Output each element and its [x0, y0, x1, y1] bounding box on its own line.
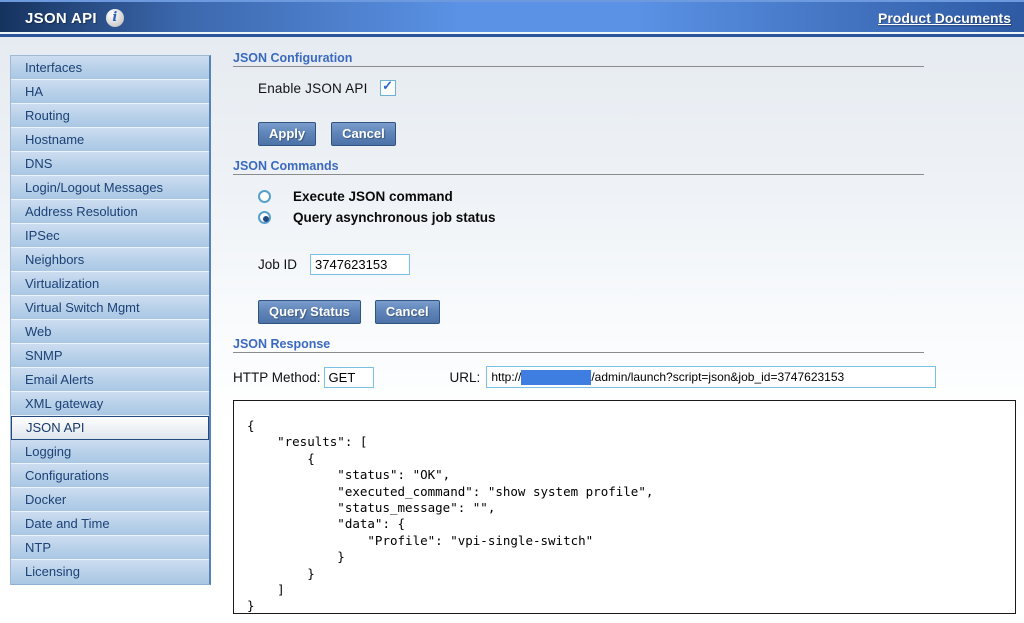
section-divider — [233, 66, 924, 67]
json-response-text: { "results": [ { "status": "OK", "execut… — [247, 418, 1015, 615]
sidebar-item-label: Interfaces — [25, 60, 82, 75]
query-status-button[interactable]: Query Status — [258, 300, 361, 324]
page: JSON API i Product Documents Interfaces … — [0, 0, 1024, 623]
sidebar-item-snmp[interactable]: SNMP — [11, 344, 209, 368]
json-response-heading: JSON Response — [233, 337, 330, 351]
sidebar-item-label: Licensing — [25, 564, 80, 579]
product-documents-link[interactable]: Product Documents — [878, 10, 1011, 26]
sidebar-item-address-resolution[interactable]: Address Resolution — [11, 200, 209, 224]
sidebar-item-login-logout-messages[interactable]: Login/Logout Messages — [11, 176, 209, 200]
sidebar-item-label: Email Alerts — [25, 372, 94, 387]
query-async-job-status-option: Query asynchronous job status — [258, 210, 496, 225]
section-divider — [233, 352, 924, 353]
json-commands-heading: JSON Commands — [233, 159, 339, 173]
sidebar-item-label: Logging — [25, 444, 71, 459]
url-prefix-text: http:// — [491, 370, 521, 384]
job-id-input[interactable] — [310, 254, 410, 275]
radio-dot — [263, 216, 269, 222]
radio-selected-icon[interactable] — [258, 211, 271, 224]
cancel-button[interactable]: Cancel — [331, 122, 396, 146]
sidebar-item-ntp[interactable]: NTP — [11, 536, 209, 560]
job-id-label: Job ID — [258, 257, 310, 272]
sidebar-item-virtualization[interactable]: Virtualization — [11, 272, 209, 296]
enable-json-api-label: Enable JSON API — [258, 81, 368, 96]
cancel-query-button[interactable]: Cancel — [375, 300, 440, 324]
execute-json-command-option: Execute JSON command — [258, 189, 453, 204]
sidebar-item-interfaces[interactable]: Interfaces — [11, 56, 209, 80]
sidebar-item-label: Address Resolution — [25, 204, 138, 219]
sidebar-item-label: SNMP — [25, 348, 63, 363]
sidebar-item-hostname[interactable]: Hostname — [11, 128, 209, 152]
sidebar-item-label: Virtualization — [25, 276, 99, 291]
sidebar-item-date-and-time[interactable]: Date and Time — [11, 512, 209, 536]
sidebar-item-dns[interactable]: DNS — [11, 152, 209, 176]
sidebar-item-label: Date and Time — [25, 516, 110, 531]
query-async-job-status-label: Query asynchronous job status — [293, 210, 496, 225]
apply-button[interactable]: Apply — [258, 122, 316, 146]
configuration-buttons: Apply Cancel — [258, 122, 411, 146]
sidebar-item-docker[interactable]: Docker — [11, 488, 209, 512]
json-response-output[interactable]: { "results": [ { "status": "OK", "execut… — [233, 400, 1016, 614]
sidebar-item-label: Web — [25, 324, 52, 339]
http-request-row: HTTP Method: URL: http:// /admin/launch?… — [233, 366, 936, 388]
sidebar-item-logging[interactable]: Logging — [11, 440, 209, 464]
section-divider — [233, 174, 924, 175]
sidebar-item-ipsec[interactable]: IPSec — [11, 224, 209, 248]
sidebar-item-label: NTP — [25, 540, 51, 555]
sidebar-item-label: Configurations — [25, 468, 109, 483]
execute-json-command-label: Execute JSON command — [293, 189, 453, 204]
sidebar-item-licensing[interactable]: Licensing — [11, 560, 209, 584]
info-icon[interactable]: i — [106, 9, 124, 27]
commands-buttons: Query Status Cancel — [258, 300, 455, 324]
sidebar-item-label: JSON API — [26, 420, 85, 435]
enable-json-api-row: Enable JSON API ✓ — [258, 80, 396, 96]
sidebar-item-label: Neighbors — [25, 252, 84, 267]
job-id-row: Job ID — [258, 254, 410, 275]
sidebar-item-label: Virtual Switch Mgmt — [25, 300, 140, 315]
sidebar-item-neighbors[interactable]: Neighbors — [11, 248, 209, 272]
sidebar-item-label: Login/Logout Messages — [25, 180, 163, 195]
check-icon: ✓ — [381, 78, 395, 94]
url-label: URL: — [450, 370, 481, 385]
url-input[interactable]: http:// /admin/launch?script=json&job_id… — [486, 366, 936, 388]
http-method-label: HTTP Method: — [233, 370, 321, 385]
sidebar-item-json-api[interactable]: JSON API — [11, 416, 209, 440]
sidebar-item-configurations[interactable]: Configurations — [11, 464, 209, 488]
sidebar-item-label: DNS — [25, 156, 52, 171]
sidebar-nav: Interfaces HA Routing Hostname DNS Login… — [10, 55, 211, 585]
sidebar-item-xml-gateway[interactable]: XML gateway — [11, 392, 209, 416]
http-method-input[interactable] — [324, 367, 374, 388]
sidebar-item-routing[interactable]: Routing — [11, 104, 209, 128]
sidebar-item-label: XML gateway — [25, 396, 103, 411]
sidebar-item-label: Docker — [25, 492, 66, 507]
sidebar-item-virtual-switch-mgmt[interactable]: Virtual Switch Mgmt — [11, 296, 209, 320]
redacted-hostname — [521, 370, 591, 385]
url-suffix-text: /admin/launch?script=json&job_id=3747623… — [591, 370, 844, 384]
sidebar-item-label: IPSec — [25, 228, 60, 243]
sidebar-item-label: Routing — [25, 108, 70, 123]
radio-unselected-icon[interactable] — [258, 190, 271, 203]
sidebar-item-ha[interactable]: HA — [11, 80, 209, 104]
sidebar-item-label: HA — [25, 84, 43, 99]
sidebar-item-email-alerts[interactable]: Email Alerts — [11, 368, 209, 392]
enable-json-api-checkbox[interactable]: ✓ — [380, 80, 396, 96]
top-bar: JSON API i Product Documents — [0, 0, 1024, 37]
sidebar-item-web[interactable]: Web — [11, 320, 209, 344]
json-configuration-heading: JSON Configuration — [233, 51, 352, 65]
page-title: JSON API — [25, 10, 97, 27]
sidebar-item-label: Hostname — [25, 132, 84, 147]
